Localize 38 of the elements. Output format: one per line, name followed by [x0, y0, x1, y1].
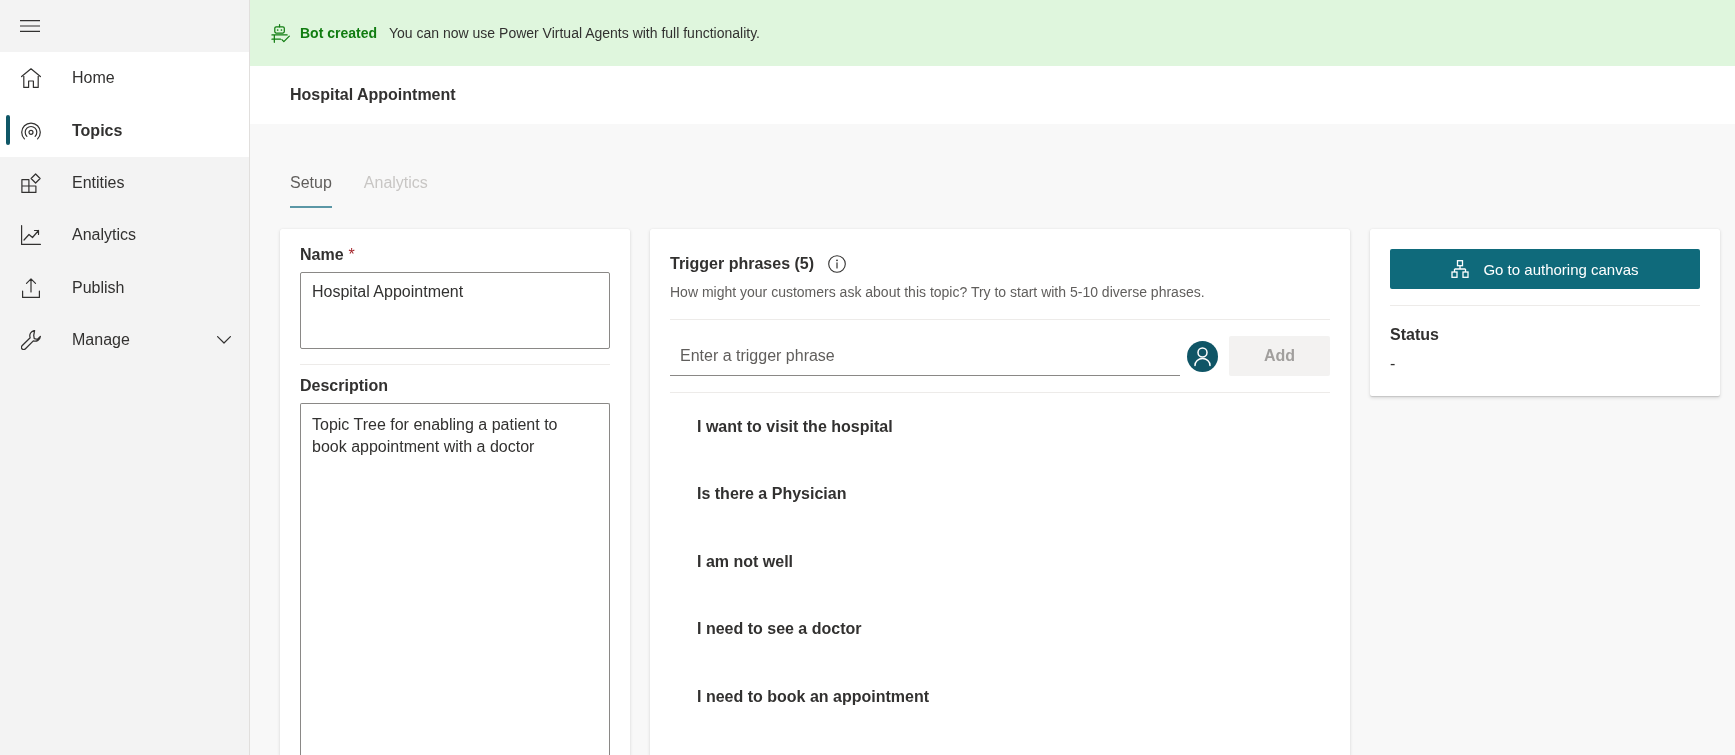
grid-icon — [21, 172, 41, 193]
nav-item[interactable]: Topics — [0, 104, 249, 157]
hierarchy-icon — [1451, 260, 1470, 278]
hint-text: How might your customers ask about this topic? Try to start with 5-10 diverse phrases. — [670, 283, 1206, 302]
menu-icon — [20, 20, 40, 32]
nav-item[interactable]: Home — [0, 52, 249, 105]
status-value: - — [1390, 354, 1396, 374]
description-field[interactable]: Topic Tree for enabling a patient to book appointment with a doctor — [300, 403, 610, 755]
person-icon[interactable] — [1187, 340, 1218, 372]
tab[interactable]: Setup — [290, 162, 332, 208]
required-mark: * — [348, 245, 355, 265]
trigger-phrase: I am not well — [697, 552, 793, 571]
wrench-icon — [21, 330, 41, 351]
banner-message: You can now use Power Virtual Agents with full functionality. — [389, 25, 760, 41]
trigger-phrase: Is there a Physician — [697, 485, 847, 504]
line-chart-icon — [21, 225, 41, 246]
trigger-phrase: I need to book an appointment — [697, 687, 929, 706]
nav-item[interactable]: Analytics — [0, 209, 249, 262]
trigger-phrase: I want to visit the hospital — [697, 417, 893, 436]
trigger-phrase-input[interactable]: Enter a trigger phrase — [670, 336, 1180, 376]
menu-button[interactable] — [20, 20, 40, 32]
info-icon[interactable] — [828, 255, 847, 273]
trigger-phrase: I need to see a doctor — [697, 620, 862, 639]
banner-title: Bot created — [300, 25, 378, 41]
nav-item[interactable]: Publish — [0, 261, 249, 314]
authoring-canvas-button[interactable]: Go to authoring canvas — [1390, 249, 1700, 289]
broadcast-icon — [21, 120, 41, 141]
robot-check-icon — [271, 23, 290, 43]
nav-item[interactable]: Manage — [0, 313, 249, 367]
nav-item[interactable]: Entities — [0, 156, 249, 210]
field-label: Description — [300, 376, 388, 396]
card-title: Trigger phrases (5) — [670, 254, 815, 274]
home-icon — [21, 68, 41, 89]
status-label: Status — [1390, 325, 1439, 345]
upload-icon — [21, 277, 41, 298]
page-title: Hospital Appointment — [290, 86, 456, 104]
field-label: Name — [300, 245, 344, 265]
name-field[interactable]: Hospital Appointment — [300, 272, 610, 349]
